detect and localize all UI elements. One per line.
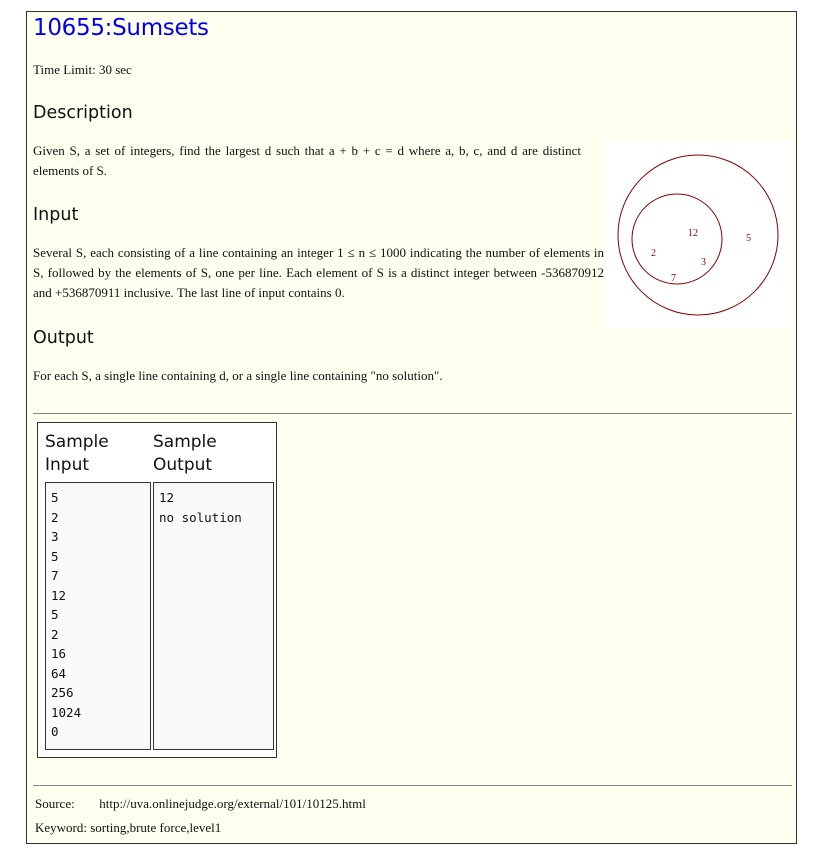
sample-output-heading: Sample Output (153, 431, 217, 477)
sample-input-line: 2 (51, 509, 59, 525)
problem-title: 10655:Sumsets (33, 15, 209, 41)
input-text: Several S, each consisting of a line con… (33, 245, 604, 300)
time-limit: Time Limit: 30 sec (33, 62, 132, 77)
sample-input-line: 5 (51, 607, 59, 622)
sample-input-line: 256 (51, 685, 74, 700)
sample-input-line: 3 (51, 529, 59, 544)
source-link[interactable]: http://uva.onlinejudge.org/external/101/… (99, 796, 366, 811)
description-text: Given S, a set of integers, find the lar… (33, 143, 581, 178)
sample-input-box[interactable]: 5 2 3 5 7 12 5 2 16 64 256 1024 0 (45, 482, 151, 750)
sample-output-box[interactable]: 12 no solution (153, 482, 274, 750)
set-element-label: 2 (651, 248, 656, 259)
sample-input-line: 12 (51, 587, 67, 603)
output-heading: Output (33, 328, 94, 348)
footer-divider (33, 785, 792, 786)
sample-input-line: 0 (51, 724, 59, 739)
sumset-diagram-svg: 12 2 3 7 5 (617, 154, 779, 316)
sample-input-line: 5 (51, 490, 59, 505)
sample-input-heading-line: Input (45, 455, 90, 475)
sample-input-heading: Sample Input (45, 431, 109, 477)
set-element-label: 7 (671, 273, 676, 284)
sample-input-line: 64 (51, 665, 67, 681)
input-heading: Input (33, 205, 79, 225)
sample-table: Sample Input Sample Output 5 2 3 5 7 12 … (37, 422, 277, 758)
divider (33, 413, 792, 414)
sample-output-line: 12 (159, 490, 175, 505)
sample-output-line: no solution (159, 509, 242, 525)
sample-input-line: 5 (51, 548, 59, 564)
sample-input-line: 16 (51, 646, 67, 661)
set-element-label: 12 (688, 228, 698, 239)
sumset-diagram: 12 2 3 7 5 (605, 140, 793, 328)
output-text: For each S, a single line containing d, … (33, 368, 443, 383)
sample-output-heading-line: Sample (153, 432, 217, 452)
sample-input-heading-line: Sample (45, 432, 109, 452)
source-label: Source: (35, 796, 75, 811)
sample-output-heading-line: Output (153, 455, 213, 475)
inner-set-circle (631, 193, 723, 285)
problem-page: 10655:Sumsets Time Limit: 30 sec Descrip… (26, 11, 797, 844)
keyword-line: Keyword: sorting,brute force,level1 (35, 820, 222, 835)
sample-input-line: 2 (51, 626, 59, 642)
outer-set-circle (617, 154, 779, 316)
source-line: Source: http://uva.onlinejudge.org/exter… (35, 796, 366, 812)
sample-input-line: 1024 (51, 704, 82, 720)
description-heading: Description (33, 103, 133, 123)
set-element-label: 5 (746, 233, 751, 244)
set-element-label: 3 (701, 257, 706, 268)
sample-input-line: 7 (51, 568, 59, 583)
